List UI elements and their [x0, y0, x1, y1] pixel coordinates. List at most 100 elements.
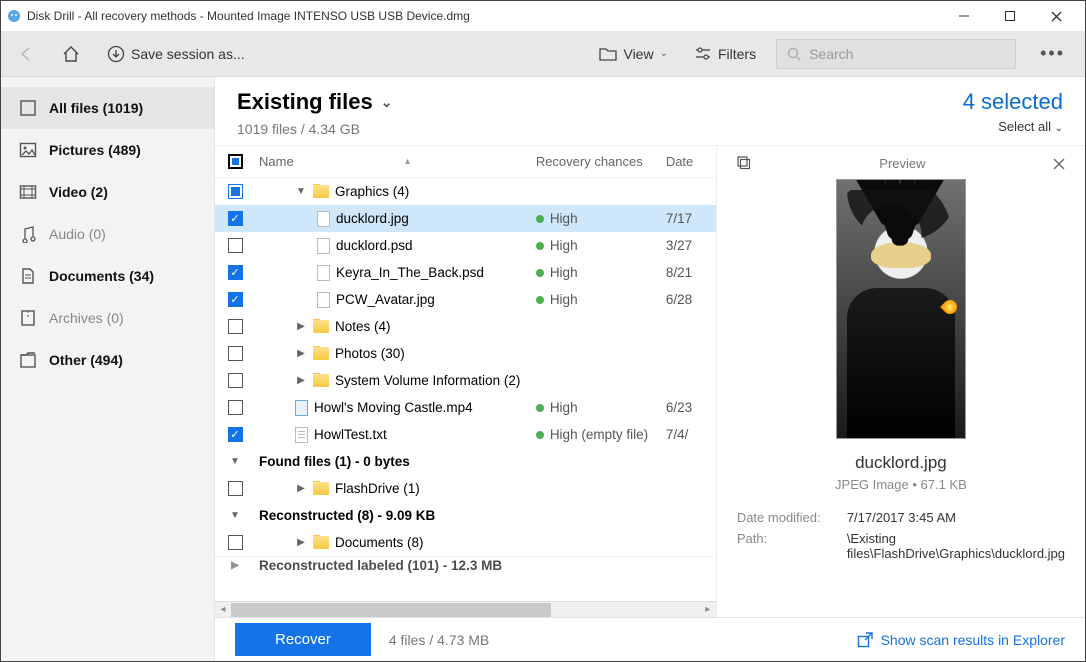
preview-close-button[interactable]: [1053, 158, 1065, 170]
folder-icon: [599, 46, 617, 62]
chevron-down-icon: ⌄: [660, 48, 668, 59]
filters-button[interactable]: Filters: [688, 42, 762, 66]
recovery-label: High: [550, 211, 578, 226]
picture-icon: [19, 141, 37, 159]
path-label: Path:: [737, 531, 837, 561]
row-checkbox[interactable]: [228, 481, 243, 496]
sidebar-item[interactable]: Pictures (489): [1, 129, 214, 171]
recovery-dot-icon: [536, 242, 544, 250]
file-row[interactable]: ✓Keyra_In_The_Back.psdHigh8/21: [215, 259, 716, 286]
preview-panel: Preview ducklord.jpg JPEG Image • 6: [717, 146, 1085, 617]
folder-row[interactable]: ▶FlashDrive (1): [215, 475, 716, 502]
recovery-dot-icon: [536, 296, 544, 304]
row-checkbox[interactable]: [228, 346, 243, 361]
expand-icon[interactable]: ▶: [295, 321, 307, 332]
select-all-button[interactable]: Select all ⌄: [963, 119, 1063, 134]
scroll-left-icon[interactable]: ◂: [215, 604, 231, 615]
file-row[interactable]: Howl's Moving Castle.mp4High6/23: [215, 394, 716, 421]
show-in-explorer-link[interactable]: Show scan results in Explorer: [857, 632, 1065, 648]
folder-row[interactable]: ▼Graphics (4): [215, 178, 716, 205]
row-name: Photos (30): [335, 346, 405, 361]
date-modified-label: Date modified:: [737, 510, 837, 525]
sliders-icon: [694, 46, 712, 62]
folder-row[interactable]: ▶Notes (4): [215, 313, 716, 340]
expand-icon[interactable]: ▼: [229, 456, 241, 467]
app-icon: [7, 9, 21, 23]
minimize-button[interactable]: [941, 1, 987, 31]
sidebar-item-label: All files (1019): [49, 100, 143, 116]
column-recovery[interactable]: Recovery chances: [536, 154, 666, 169]
file-row[interactable]: ✓HowlTest.txtHigh (empty file)7/4/: [215, 421, 716, 448]
maximize-button[interactable]: [987, 1, 1033, 31]
sidebar-item[interactable]: Documents (34): [1, 255, 214, 297]
view-label: View: [623, 46, 653, 62]
file-row[interactable]: ✓ducklord.jpgHigh7/17: [215, 205, 716, 232]
folder-row[interactable]: ▶ Photos (30): [215, 340, 716, 367]
row-date: 3/27: [666, 238, 716, 253]
sidebar-item[interactable]: Video (2): [1, 171, 214, 213]
row-checkbox[interactable]: ✓: [228, 265, 243, 280]
group-header[interactable]: ▶Reconstructed labeled (101) - 12.3 MB: [215, 556, 716, 574]
row-date: 7/4/: [666, 427, 716, 442]
file-row[interactable]: ducklord.psdHigh3/27: [215, 232, 716, 259]
row-checkbox[interactable]: [228, 400, 243, 415]
search-input[interactable]: Search: [776, 39, 1016, 69]
main-header: Existing files ⌄ 1019 files / 4.34 GB 4 …: [215, 77, 1085, 146]
row-name: ducklord.psd: [336, 238, 413, 253]
file-row[interactable]: ✓PCW_Avatar.jpgHigh6/28: [215, 286, 716, 313]
home-button[interactable]: [55, 40, 87, 68]
footer: Recover 4 files / 4.73 MB Show scan resu…: [215, 617, 1085, 661]
recovery-label: High: [550, 400, 578, 415]
expand-icon[interactable]: ▶: [295, 537, 307, 548]
close-button[interactable]: [1033, 1, 1079, 31]
expand-icon[interactable]: ▶: [295, 375, 307, 386]
recover-button[interactable]: Recover: [235, 623, 371, 656]
filters-label: Filters: [718, 46, 756, 62]
column-headers: Name▴ Recovery chances Date: [215, 146, 716, 178]
row-name: Keyra_In_The_Back.psd: [336, 265, 484, 280]
video-icon: [19, 183, 37, 201]
view-dropdown[interactable]: View ⌄: [593, 42, 673, 66]
row-name: ducklord.jpg: [336, 211, 409, 226]
title-bar: Disk Drill - All recovery methods - Moun…: [1, 1, 1085, 31]
folder-row[interactable]: ▶System Volume Information (2): [215, 367, 716, 394]
expand-icon[interactable]: ▶: [295, 348, 307, 359]
back-button[interactable]: [11, 41, 41, 67]
folder-row[interactable]: ▶Documents (8): [215, 529, 716, 556]
expand-icon[interactable]: ▼: [295, 186, 307, 197]
preview-meta: JPEG Image • 67.1 KB: [737, 477, 1065, 492]
group-header[interactable]: ▼Found files (1) - 0 bytes: [215, 448, 716, 475]
row-checkbox[interactable]: [228, 319, 243, 334]
search-icon: [787, 47, 801, 61]
other-icon: [19, 351, 37, 369]
select-all-checkbox[interactable]: [228, 154, 243, 169]
sidebar-item[interactable]: Other (494): [1, 339, 214, 381]
page-title[interactable]: Existing files ⌄: [237, 89, 392, 115]
expand-icon[interactable]: ▶: [295, 483, 307, 494]
save-session-button[interactable]: Save session as...: [101, 41, 251, 67]
chevron-down-icon: ⌄: [1055, 123, 1063, 134]
row-checkbox[interactable]: ✓: [228, 292, 243, 307]
expand-icon[interactable]: ▶: [229, 560, 241, 571]
row-checkbox[interactable]: ✓: [228, 211, 243, 226]
group-header[interactable]: ▼Reconstructed (8) - 9.09 KB: [215, 502, 716, 529]
row-checkbox[interactable]: [228, 238, 243, 253]
column-name[interactable]: Name▴: [255, 154, 536, 169]
recovery-dot-icon: [536, 215, 544, 223]
row-checkbox[interactable]: [228, 535, 243, 550]
open-external-icon[interactable]: [737, 156, 752, 171]
column-date[interactable]: Date: [666, 154, 716, 169]
archive-icon: [19, 309, 37, 327]
sidebar-item[interactable]: All files (1019): [1, 87, 214, 129]
sort-caret-icon: ▴: [405, 156, 410, 167]
recovery-label: High (empty file): [550, 427, 648, 442]
more-button[interactable]: •••: [1030, 43, 1075, 64]
row-checkbox[interactable]: [228, 373, 243, 388]
row-checkbox[interactable]: [228, 184, 243, 199]
row-checkbox[interactable]: ✓: [228, 427, 243, 442]
horizontal-scrollbar[interactable]: ◂ ▸: [215, 601, 716, 617]
expand-icon[interactable]: ▼: [229, 510, 241, 521]
scroll-right-icon[interactable]: ▸: [700, 604, 716, 615]
sidebar-item[interactable]: Audio (0): [1, 213, 214, 255]
sidebar-item[interactable]: Archives (0): [1, 297, 214, 339]
